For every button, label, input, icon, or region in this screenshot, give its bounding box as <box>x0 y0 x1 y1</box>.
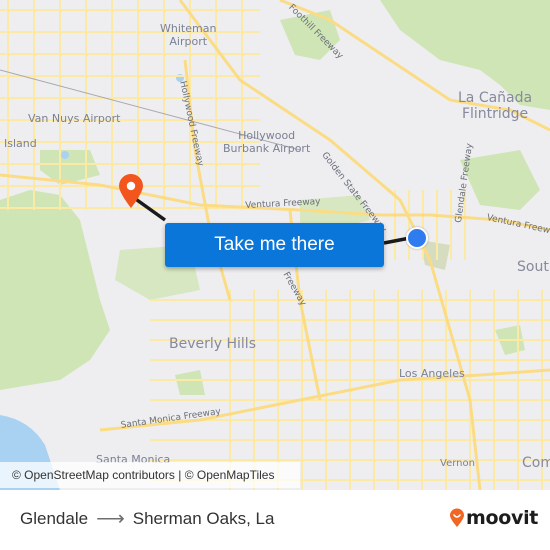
route-title: Glendale ⟶ Sherman Oaks, La <box>20 509 274 529</box>
moovit-logo[interactable]: moovit <box>449 507 538 529</box>
label-commerce-partial: Com <box>522 455 550 471</box>
moovit-pin-icon <box>450 508 464 527</box>
label-los-angeles: Los Angeles <box>399 367 465 380</box>
label-van-nuys-airport: Van Nuys Airport <box>28 112 121 125</box>
origin-location-dot-icon[interactable] <box>406 227 428 249</box>
label-beverly-hills: Beverly Hills <box>169 336 256 352</box>
map-attribution[interactable]: © OpenStreetMap contributors | © OpenMap… <box>0 462 300 488</box>
destination-name: Sherman Oaks, La <box>132 509 275 528</box>
arrow-right-icon: ⟶ <box>96 508 125 530</box>
label-south-partial: South <box>517 259 550 275</box>
label-vernon: Vernon <box>440 458 475 469</box>
label-la-canada-flintridge: La Cañada Flintridge <box>458 90 533 122</box>
moovit-wordmark: moovit <box>466 507 539 529</box>
label-hollywood-burbank-airport: Hollywood Burbank Airport <box>223 129 311 155</box>
label-whiteman-airport: Whiteman Airport <box>160 22 217 48</box>
footer: Glendale ⟶ Sherman Oaks, La moovit <box>0 490 550 550</box>
origin-name: Glendale <box>20 509 89 528</box>
map[interactable]: Whiteman Airport Foothill Freeway La Caña… <box>0 0 550 490</box>
take-me-there-button[interactable]: Take me there <box>165 223 384 267</box>
label-island: Island <box>4 137 37 150</box>
